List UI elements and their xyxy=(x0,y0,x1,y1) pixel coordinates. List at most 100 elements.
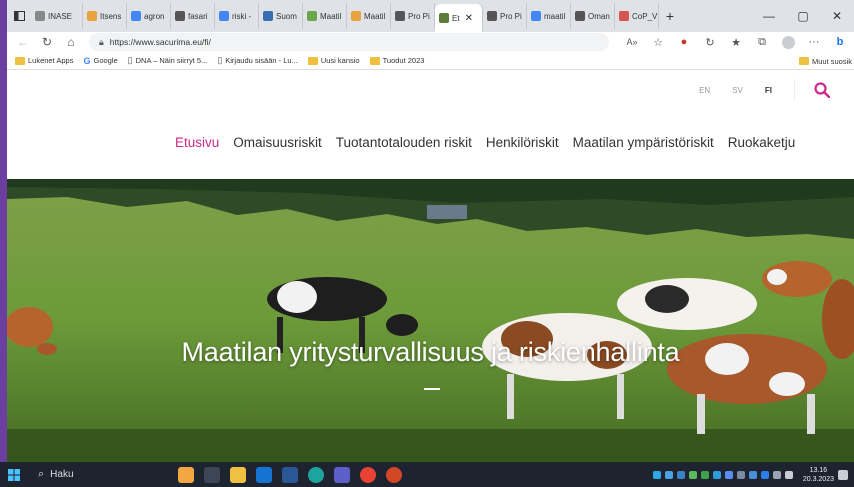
browser-tab[interactable]: Maatil xyxy=(347,3,391,29)
tab-favicon-icon xyxy=(439,13,449,23)
browser-tab[interactable]: CoP_V xyxy=(615,3,659,29)
tab-favicon-icon xyxy=(263,11,273,21)
edge-icon[interactable] xyxy=(308,466,324,483)
lang-fi[interactable]: FI xyxy=(765,86,772,95)
refresh-button[interactable]: ↻ xyxy=(37,33,57,51)
file-explorer-icon[interactable] xyxy=(230,466,246,483)
taskbar-search-label: Haku xyxy=(50,469,74,480)
bookmark-item[interactable]: ▯ DNA – Näin siirryt 5... xyxy=(128,55,208,66)
lang-en[interactable]: EN xyxy=(699,86,710,95)
browser-tab[interactable]: Suom xyxy=(259,3,303,29)
taskbar-search[interactable]: ⌕ Haku xyxy=(38,468,168,481)
browser-tab[interactable]: Maatil xyxy=(303,3,347,29)
nav-etusivu[interactable]: Etusivu xyxy=(175,135,219,150)
collections-button[interactable]: ⧉ xyxy=(751,33,773,51)
other-favorites-folder[interactable]: Muut suosik xyxy=(798,52,854,70)
minimize-icon[interactable]: — xyxy=(752,0,786,32)
folder-icon xyxy=(798,57,809,65)
tray-app-icon[interactable] xyxy=(688,470,697,479)
browser-tab[interactable]: INASE xyxy=(31,3,83,29)
tray-app-icon[interactable] xyxy=(712,470,721,479)
outlook-icon[interactable] xyxy=(256,466,272,483)
maximize-icon[interactable]: ▢ xyxy=(786,0,820,32)
browser-tab[interactable]: Pro Pi xyxy=(391,3,435,29)
chrome-icon[interactable] xyxy=(360,466,376,483)
more-button[interactable]: ··· xyxy=(803,33,825,51)
clock[interactable]: 13.16 20.3.2023 xyxy=(803,466,834,484)
browser-tab[interactable]: fasari xyxy=(171,3,215,29)
browser-tab[interactable]: Oman xyxy=(571,3,615,29)
word-icon[interactable] xyxy=(282,466,298,483)
bookmarks-bar: Lukenet Apps G Google ▯ DNA – Näin siirryt 5… xyxy=(7,52,854,70)
tab-favicon-icon xyxy=(35,11,45,21)
profile-button[interactable] xyxy=(777,33,799,51)
tray-app-icon[interactable] xyxy=(652,470,661,479)
tray-shield-icon[interactable] xyxy=(676,470,685,479)
teams-icon[interactable] xyxy=(334,466,350,483)
tray-cloud-icon[interactable] xyxy=(664,470,673,479)
new-tab-button[interactable]: + xyxy=(659,8,681,24)
bookmark-item[interactable]: Tuodut 2023 xyxy=(369,56,424,65)
nav-henkiloriskit[interactable]: Henkilöriskit xyxy=(486,135,559,150)
windows-taskbar: ⌕ Haku 13.16 20.3.2023 xyxy=(0,462,854,487)
close-window-icon[interactable]: ✕ xyxy=(820,0,854,32)
browser-tab[interactable]: Itsens xyxy=(83,3,127,29)
extension-button[interactable]: ● xyxy=(673,33,695,51)
lang-sv[interactable]: SV xyxy=(732,86,743,95)
page-icon: ▯ xyxy=(127,55,133,65)
tab-label: agron xyxy=(144,11,165,21)
bluetooth-icon[interactable] xyxy=(760,470,769,479)
tab-label: riski - xyxy=(232,11,252,21)
close-tab-icon[interactable]: ✕ xyxy=(465,13,473,24)
url-field[interactable]: 🔒︎ https://www.sacurima.eu/fi/ xyxy=(89,33,609,51)
volume-icon[interactable] xyxy=(784,470,793,479)
browser-tab[interactable]: Et ✕ xyxy=(435,4,483,32)
tab-label: Oman xyxy=(588,11,610,21)
notifications-icon[interactable] xyxy=(838,469,848,480)
nav-maatilan-ymparistoriskit[interactable]: Maatilan ympäristöriskit xyxy=(573,135,714,150)
bing-icon: b xyxy=(836,36,844,48)
tab-favicon-icon xyxy=(131,11,141,21)
folder-icon xyxy=(369,56,380,65)
nav-ruokaketju[interactable]: Ruokaketju xyxy=(728,135,796,150)
tab-label: CoP_V xyxy=(632,11,658,21)
tray-app-icon[interactable] xyxy=(736,470,745,479)
tray-app-icon[interactable] xyxy=(724,470,733,479)
bookmark-item[interactable]: Lukenet Apps xyxy=(15,56,73,65)
clock-date: 20.3.2023 xyxy=(802,475,834,483)
tray-app-icon[interactable] xyxy=(748,470,757,479)
browser-tab[interactable]: agron xyxy=(127,3,171,29)
search-icon xyxy=(813,82,830,98)
powerpoint-icon[interactable] xyxy=(386,466,402,483)
home-button[interactable]: ⌂ xyxy=(61,33,81,51)
browser-tab[interactable]: Pro Pi xyxy=(483,3,527,29)
tray-app-icon[interactable] xyxy=(700,470,709,479)
task-view-icon[interactable] xyxy=(204,466,220,483)
nav-tuotantotalouden-riskit[interactable]: Tuotantotalouden riskit xyxy=(336,135,472,150)
refresh-extension-button[interactable]: ↻ xyxy=(699,33,721,51)
network-icon[interactable] xyxy=(772,470,781,479)
tab-label: maatil xyxy=(544,11,566,21)
start-button[interactable] xyxy=(0,462,28,487)
tab-favicon-icon xyxy=(219,11,229,21)
tab-label: Pro Pi xyxy=(500,11,522,21)
favorites-button[interactable]: ★ xyxy=(725,33,747,51)
extension-refresh-icon: ↻ xyxy=(705,36,715,49)
nav-omaisuusriskit[interactable]: Omaisuusriskit xyxy=(233,135,322,150)
read-aloud-button[interactable]: A» xyxy=(621,33,643,51)
bing-button[interactable]: b xyxy=(829,33,851,51)
bookmark-item[interactable]: ▯ Kirjaudu sisään - Lu... xyxy=(217,55,298,66)
browser-tab[interactable]: maatil xyxy=(527,3,571,29)
favorite-add-button[interactable]: ☆ xyxy=(647,33,669,51)
bookmark-item[interactable]: G Google xyxy=(83,56,117,66)
tab-actions-button[interactable] xyxy=(7,4,31,28)
tab-label: Et xyxy=(452,13,460,23)
browser-tab[interactable]: riski - xyxy=(215,3,259,29)
site-search-button[interactable] xyxy=(794,79,834,101)
tab-label: Maatil xyxy=(320,11,342,21)
address-bar-row: ← ↻ ⌂ 🔒︎ https://www.sacurima.eu/fi/ A» … xyxy=(7,32,854,52)
back-button[interactable]: ← xyxy=(13,33,33,51)
widgets-icon[interactable] xyxy=(178,466,194,483)
folder-icon xyxy=(15,56,25,65)
bookmark-item[interactable]: Uusi kansio xyxy=(307,56,360,65)
